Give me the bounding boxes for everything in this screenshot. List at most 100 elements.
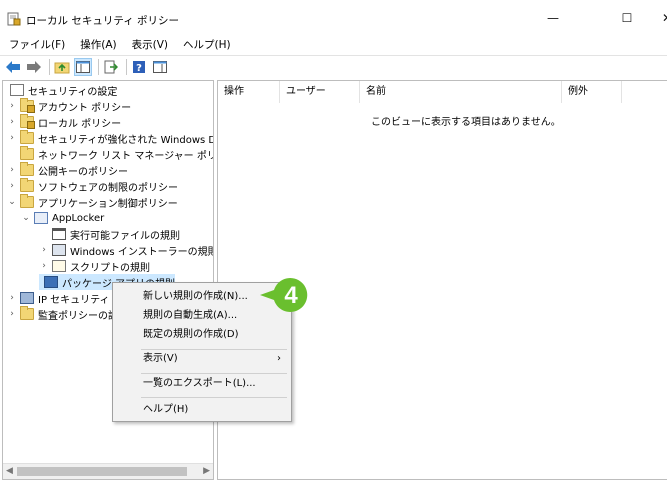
- window-title: ローカル セキュリティ ポリシー: [26, 15, 180, 27]
- folder-lock-icon: [20, 114, 35, 129]
- toolbar-separator: [98, 59, 99, 75]
- menu-help[interactable]: ヘルプ(H): [175, 36, 238, 54]
- show-hide-tree-icon: [76, 61, 90, 73]
- help-icon: ?: [133, 61, 145, 74]
- tree-label: 実行可能ファイルの規則: [70, 230, 180, 242]
- folder-lock-icon: [20, 98, 35, 113]
- close-button[interactable]: ✕: [652, 0, 667, 36]
- packaged-app-icon: [44, 276, 59, 288]
- help-button[interactable]: ?: [130, 58, 148, 76]
- expand-chevron-icon[interactable]: ›: [7, 178, 17, 194]
- script-icon: [52, 260, 66, 272]
- expand-chevron-icon[interactable]: ›: [39, 258, 49, 274]
- back-button[interactable]: [4, 58, 22, 76]
- action-pane-button[interactable]: [151, 58, 169, 76]
- menu-item-help[interactable]: ヘルプ(H): [113, 400, 291, 420]
- tree-item-script-rules[interactable]: › スクリプトの規則: [39, 258, 150, 274]
- folder-icon: [20, 194, 34, 208]
- menu-file[interactable]: ファイル(F): [0, 36, 72, 54]
- expand-chevron-icon[interactable]: ›: [39, 242, 49, 258]
- tree-item-public-key-policy[interactable]: › 公開キーのポリシー: [7, 162, 128, 178]
- folder-icon: [20, 146, 34, 160]
- maximize-button[interactable]: ☐: [604, 0, 650, 36]
- forward-arrow-icon: [27, 61, 41, 73]
- tree-item-software-restriction[interactable]: › ソフトウェアの制限のポリシー: [7, 178, 178, 194]
- expand-chevron-icon[interactable]: ›: [7, 130, 17, 146]
- svg-text:?: ?: [136, 63, 142, 74]
- scroll-right-icon[interactable]: ▶: [203, 466, 210, 476]
- tree-label: アカウント ポリシー: [38, 102, 132, 114]
- tree-item-windows-installer-rules[interactable]: › Windows インストーラーの規則: [39, 242, 214, 258]
- column-header-action[interactable]: 操作: [218, 81, 280, 103]
- folder-icon: [20, 178, 34, 192]
- step-number-badge: 4: [260, 278, 308, 312]
- action-pane-icon: [153, 61, 167, 73]
- expand-chevron-icon[interactable]: ›: [7, 114, 17, 130]
- forward-button[interactable]: [25, 58, 43, 76]
- tree-item-applocker[interactable]: ⌄ AppLocker: [21, 210, 104, 226]
- tree-label: ソフトウェアの制限のポリシー: [38, 182, 178, 194]
- tree-item-executable-rules[interactable]: 実行可能ファイルの規則: [39, 226, 180, 242]
- export-list-button[interactable]: [102, 58, 120, 76]
- step-number: 4: [284, 282, 298, 309]
- executable-rules-icon: [52, 228, 66, 240]
- menu-item-view[interactable]: 表示(V) ›: [113, 349, 291, 369]
- menu-view[interactable]: 表示(V): [124, 36, 175, 54]
- tree-item-account-policy[interactable]: › アカウント ポリシー: [7, 98, 131, 114]
- scrollbar-thumb[interactable]: [17, 467, 187, 476]
- menu-item-export-list[interactable]: 一覧のエクスポート(L)...: [113, 374, 291, 394]
- up-one-level-button[interactable]: [53, 58, 71, 76]
- toolbar-separator: [49, 59, 50, 75]
- tree-item-local-policy[interactable]: › ローカル ポリシー: [7, 114, 121, 130]
- expand-chevron-icon[interactable]: ›: [7, 162, 17, 178]
- ip-security-icon: [20, 292, 34, 304]
- tree-label: セキュリティの設定: [28, 86, 118, 98]
- tree-label: 公開キーのポリシー: [38, 166, 128, 178]
- collapse-chevron-icon[interactable]: ⌄: [7, 194, 17, 210]
- empty-list-message: このビューに表示する項目はありません。: [371, 117, 561, 128]
- submenu-arrow-icon: ›: [277, 353, 281, 364]
- toolbar-separator: [126, 59, 127, 75]
- security-settings-icon: [10, 84, 24, 96]
- expand-chevron-icon[interactable]: ›: [7, 98, 17, 114]
- tree-label: ローカル ポリシー: [38, 118, 122, 130]
- folder-icon: [20, 162, 34, 176]
- collapse-chevron-icon[interactable]: ⌄: [21, 210, 31, 226]
- minimize-button[interactable]: —: [530, 0, 576, 36]
- tree-label: 監査ポリシーの詳: [38, 310, 118, 322]
- tree-label: セキュリティが強化された Windows Defer: [38, 134, 213, 146]
- menu-item-label: 表示(V): [143, 353, 178, 364]
- tree-item-network-list-manager[interactable]: ネットワーク リスト マネージャー ポリシー: [7, 146, 213, 162]
- local-security-policy-icon: [7, 12, 21, 26]
- scroll-left-icon[interactable]: ◀: [6, 466, 13, 476]
- expand-chevron-icon[interactable]: ›: [7, 290, 17, 306]
- up-folder-icon: [54, 62, 70, 74]
- applocker-icon: [34, 212, 48, 224]
- menu-separator: [141, 397, 287, 398]
- tree-label: ネットワーク リスト マネージャー ポリシー: [38, 150, 213, 162]
- tree-item-application-control[interactable]: ⌄ アプリケーション制御ポリシー: [7, 194, 178, 210]
- column-header-name[interactable]: 名前: [360, 81, 562, 103]
- title-bar: ローカル セキュリティ ポリシー — ☐ ✕: [0, 0, 667, 36]
- menu-item-create-default-rules[interactable]: 既定の規則の作成(D): [113, 325, 291, 345]
- tree-item-security-settings[interactable]: セキュリティの設定: [7, 82, 117, 98]
- column-header-user[interactable]: ユーザー: [280, 81, 360, 103]
- tree-label: スクリプトの規則: [70, 262, 150, 274]
- expand-chevron-icon[interactable]: ›: [7, 306, 17, 322]
- tree-item-audit-policy[interactable]: › 監査ポリシーの詳: [7, 306, 118, 322]
- tree-label: AppLocker: [52, 212, 105, 224]
- column-header-exceptions[interactable]: 例外: [562, 81, 622, 103]
- tree-label: アプリケーション制御ポリシー: [38, 198, 178, 210]
- folder-icon: [20, 130, 34, 144]
- toolbar: ?: [0, 55, 667, 78]
- menu-bar: ファイル(F) 操作(A) 表示(V) ヘルプ(H): [0, 36, 667, 54]
- tree-label: Windows インストーラーの規則: [70, 246, 214, 258]
- menu-action[interactable]: 操作(A): [72, 36, 123, 54]
- back-arrow-icon: [6, 61, 20, 73]
- show-hide-tree-button[interactable]: [74, 58, 92, 76]
- export-list-icon: [104, 60, 118, 74]
- horizontal-scrollbar[interactable]: ◀ ▶: [3, 463, 213, 479]
- windows-installer-icon: [52, 244, 66, 256]
- tree-item-windows-defender-firewall[interactable]: › セキュリティが強化された Windows Defer: [7, 130, 213, 146]
- folder-icon: [20, 306, 34, 320]
